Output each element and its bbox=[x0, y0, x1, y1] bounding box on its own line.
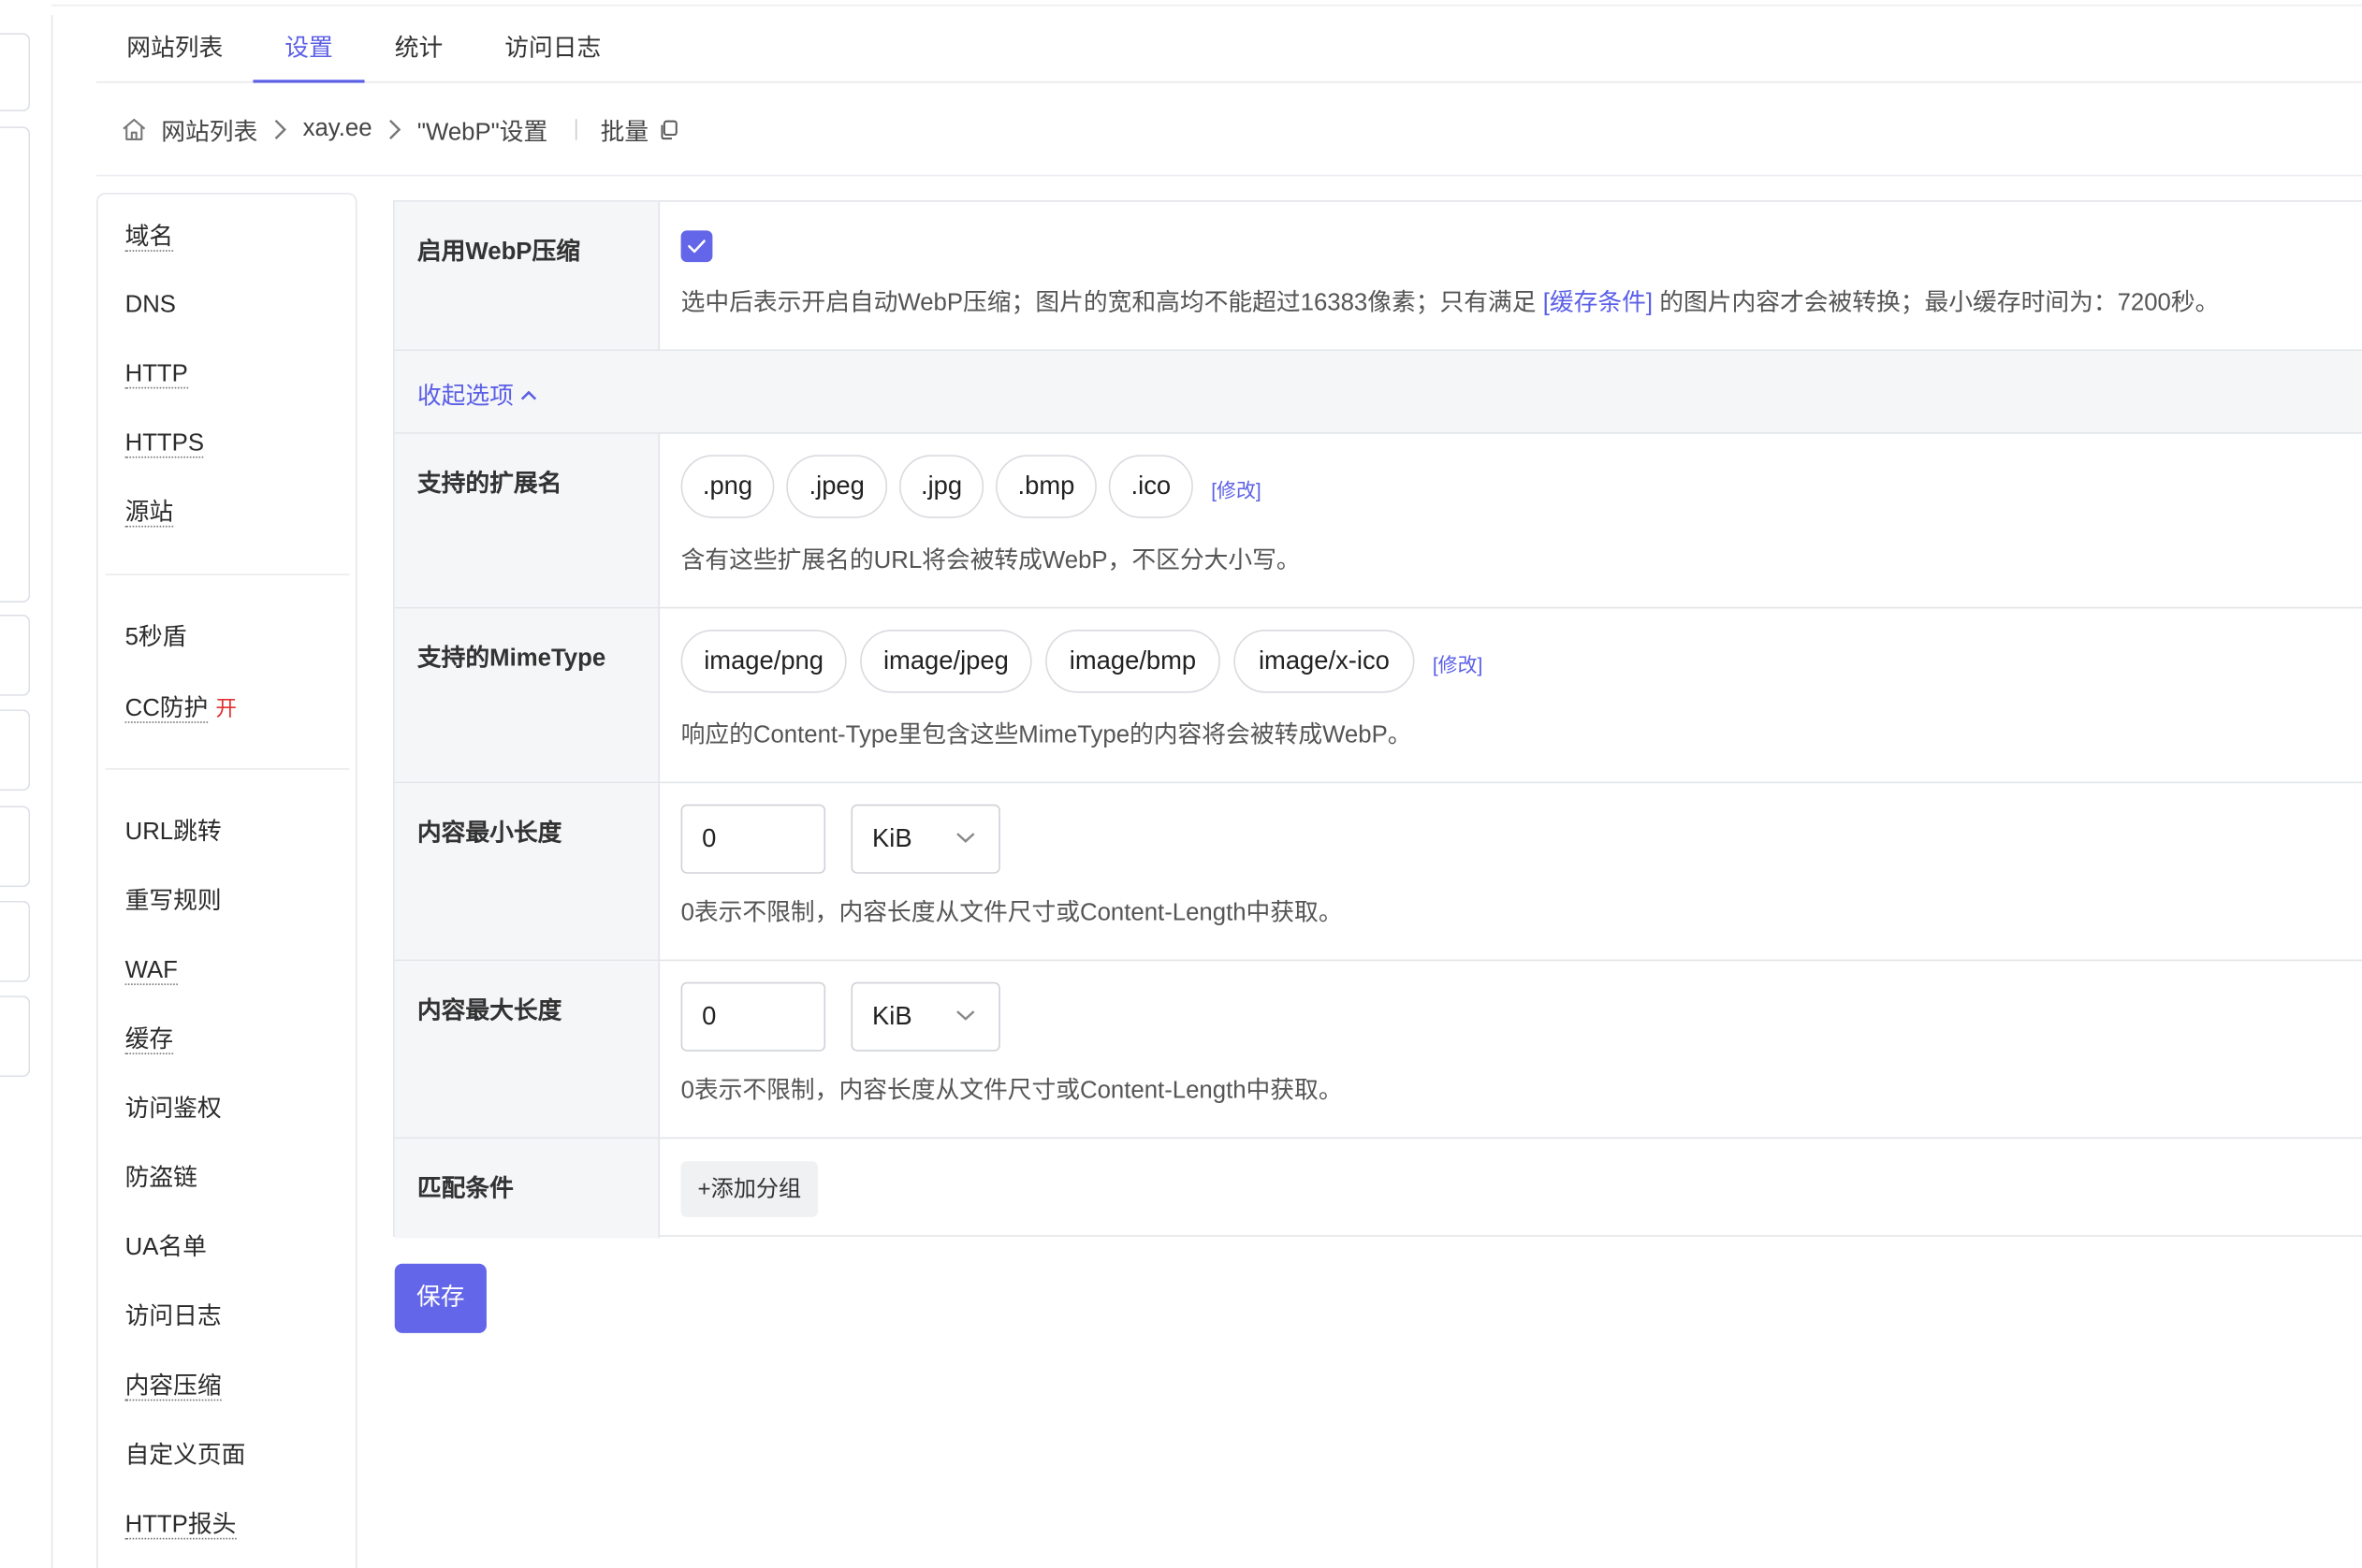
menu-item-http-headers[interactable]: HTTP报头 bbox=[124, 1509, 237, 1542]
left-sidebar-strip bbox=[0, 0, 33, 1568]
menu-item-access-log[interactable]: 访问日志 bbox=[125, 1301, 222, 1334]
menu-item-5s-shield[interactable]: 5秒盾 bbox=[125, 622, 187, 655]
mimetype-chip: image/jpeg bbox=[860, 629, 1032, 693]
extension-chip: .ico bbox=[1108, 455, 1193, 518]
menu-item-origin[interactable]: 源站 bbox=[124, 497, 174, 530]
breadcrumb-site-list[interactable]: 网站列表 bbox=[161, 111, 257, 148]
menu-divider bbox=[105, 573, 350, 576]
field-label: 内容最大长度 bbox=[394, 961, 661, 1138]
field-label: 内容最小长度 bbox=[394, 783, 661, 960]
menu-divider bbox=[105, 768, 350, 770]
menu-item-domain[interactable]: 域名 bbox=[124, 222, 174, 254]
extensions-help-text: 含有这些扩展名的URL将会被转成WebP，不区分大小写。 bbox=[680, 548, 1301, 574]
modify-mimetypes-link[interactable]: [修改] bbox=[1433, 649, 1482, 678]
max-length-unit-select[interactable]: KiB bbox=[851, 981, 1000, 1052]
menu-item-http[interactable]: HTTP bbox=[124, 358, 188, 391]
menu-item-waf[interactable]: WAF bbox=[124, 955, 178, 988]
mimetype-chip: image/bmp bbox=[1045, 629, 1220, 693]
mimetype-chip: image/png bbox=[680, 629, 847, 693]
mimetypes-help-text: 响应的Content-Type里包含这些MimeType的内容将会被转成WebP… bbox=[680, 722, 1412, 749]
extension-chip: .jpg bbox=[898, 455, 984, 518]
field-label: 启用WebP压缩 bbox=[394, 201, 661, 350]
extension-chip: .png bbox=[680, 455, 775, 518]
chevron-right-icon bbox=[389, 119, 401, 139]
menu-item-hotlink[interactable]: 防盗链 bbox=[125, 1163, 197, 1196]
divider bbox=[51, 4, 2362, 7]
menu-item-rewrite[interactable]: 重写规则 bbox=[125, 886, 222, 919]
menu-item-cache[interactable]: 缓存 bbox=[124, 1024, 174, 1057]
extension-chip: .jpeg bbox=[786, 455, 888, 518]
breadcrumb-current: "WebP"设置 bbox=[416, 120, 548, 147]
form-row-min-length: 内容最小长度 0 KiB 0表示不限制，内容长度从文件尺寸或Content-Le… bbox=[394, 783, 2362, 962]
breadcrumb-domain[interactable]: xay.ee bbox=[303, 116, 372, 143]
menu-item-auth[interactable]: 访问鉴权 bbox=[125, 1094, 222, 1126]
enable-webp-checkbox[interactable] bbox=[680, 230, 713, 263]
form-row-mimetypes: 支持的MimeType image/png image/jpeg image/b… bbox=[394, 608, 2362, 784]
left-strip-item[interactable] bbox=[0, 806, 31, 888]
form-row-collapse: 收起选项 bbox=[394, 351, 2362, 434]
breadcrumb-separator bbox=[575, 119, 576, 140]
copy-icon[interactable] bbox=[658, 119, 679, 140]
extension-chip: .bmp bbox=[996, 455, 1097, 518]
chevron-down-icon bbox=[956, 833, 975, 843]
chevron-down-icon bbox=[956, 1010, 975, 1021]
enable-help-text: 选中后表示开启自动WebP压缩；图片的宽和高均不能超过16383像素；只有满足 … bbox=[680, 290, 2220, 317]
breadcrumb: 网站列表 xay.ee "WebP"设置 批量 bbox=[121, 111, 679, 148]
divider bbox=[51, 15, 53, 1568]
field-label: 支持的扩展名 bbox=[394, 433, 661, 607]
menu-item-cc-protection[interactable]: CC防护开 bbox=[124, 691, 237, 724]
collapse-options-toggle[interactable]: 收起选项 bbox=[417, 375, 539, 412]
tab-settings[interactable]: 设置 bbox=[253, 18, 365, 83]
form-row-enable: 启用WebP压缩 选中后表示开启自动WebP压缩；图片的宽和高均不能超过1638… bbox=[394, 201, 2362, 352]
min-length-unit-select[interactable]: KiB bbox=[851, 804, 1000, 874]
field-label: 支持的MimeType bbox=[394, 608, 661, 782]
check-icon bbox=[688, 240, 706, 254]
form-row-extensions: 支持的扩展名 .png .jpeg .jpg .bmp .ico [修改] 含有… bbox=[394, 433, 2362, 609]
divider bbox=[96, 174, 2362, 177]
tab-stats[interactable]: 统计 bbox=[393, 18, 445, 82]
left-strip-item[interactable] bbox=[0, 126, 31, 603]
tab-site-list[interactable]: 网站列表 bbox=[125, 18, 225, 82]
left-strip-item[interactable] bbox=[0, 995, 31, 1078]
menu-item-ua-list[interactable]: UA名单 bbox=[125, 1232, 207, 1265]
status-badge: 开 bbox=[215, 695, 237, 720]
left-strip-item[interactable] bbox=[0, 614, 31, 696]
webp-settings-form: 启用WebP压缩 选中后表示开启自动WebP压缩；图片的宽和高均不能超过1638… bbox=[393, 200, 2362, 1239]
modify-extensions-link[interactable]: [修改] bbox=[1211, 474, 1261, 503]
min-length-help-text: 0表示不限制，内容长度从文件尺寸或Content-Length中获取。 bbox=[680, 900, 1343, 927]
form-row-conditions: 匹配条件 +添加分组 bbox=[394, 1139, 2362, 1239]
form-row-max-length: 内容最大长度 0 KiB 0表示不限制，内容长度从文件尺寸或Content-Le… bbox=[394, 961, 2362, 1140]
left-strip-item[interactable] bbox=[0, 33, 31, 112]
max-length-input[interactable]: 0 bbox=[680, 981, 826, 1052]
min-length-input[interactable]: 0 bbox=[680, 804, 826, 874]
menu-item-custom-pages[interactable]: 自定义页面 bbox=[125, 1440, 246, 1473]
home-icon[interactable] bbox=[121, 116, 148, 143]
top-tabs: 网站列表 设置 统计 访问日志 bbox=[96, 18, 2362, 83]
batch-link[interactable]: 批量 bbox=[601, 111, 649, 148]
field-label: 匹配条件 bbox=[394, 1139, 661, 1239]
menu-item-dns[interactable]: DNS bbox=[125, 289, 176, 322]
menu-item-https[interactable]: HTTPS bbox=[124, 428, 205, 460]
cache-conditions-link[interactable]: [缓存条件] bbox=[1543, 291, 1653, 316]
max-length-help-text: 0表示不限制，内容长度从文件尺寸或Content-Length中获取。 bbox=[680, 1078, 1343, 1105]
chevron-up-icon bbox=[521, 390, 537, 400]
left-strip-item[interactable] bbox=[0, 900, 31, 982]
tab-access-log[interactable]: 访问日志 bbox=[503, 18, 603, 82]
left-strip-item[interactable] bbox=[0, 709, 31, 791]
menu-item-compression[interactable]: 内容压缩 bbox=[124, 1371, 222, 1403]
app-root: 网站列表 设置 统计 访问日志 网站列表 xay.ee "WebP"设置 批量 … bbox=[0, 0, 2362, 1568]
mimetype-chip: image/x-ico bbox=[1233, 629, 1415, 693]
chevron-right-icon bbox=[274, 119, 286, 139]
save-button[interactable]: 保存 bbox=[394, 1263, 487, 1333]
settings-side-menu: 域名 DNS HTTP HTTPS 源站 5秒盾 CC防护开 URL跳转 重写规… bbox=[96, 193, 357, 1568]
add-group-button[interactable]: +添加分组 bbox=[680, 1161, 819, 1217]
menu-item-url-redirect[interactable]: URL跳转 bbox=[125, 817, 222, 849]
